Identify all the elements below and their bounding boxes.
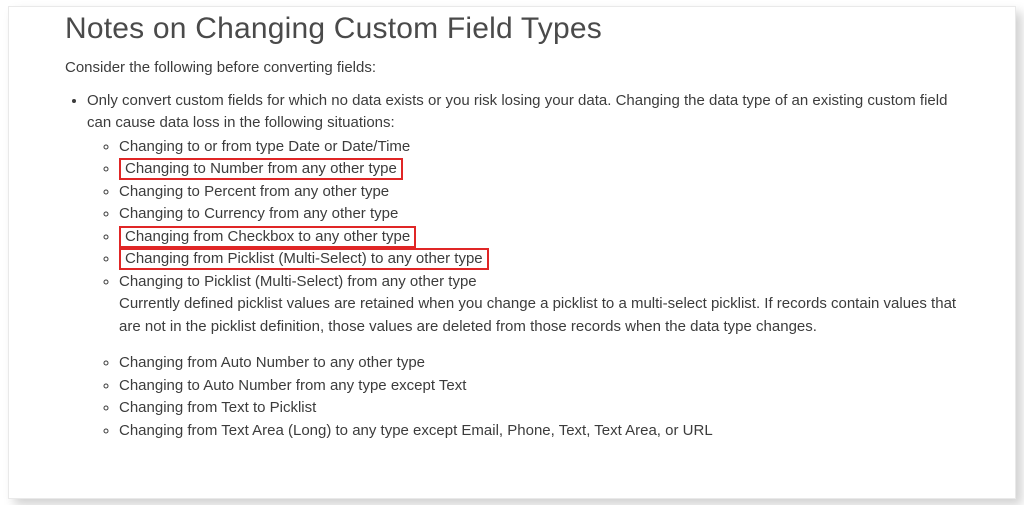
list-item: Changing from Text to Picklist xyxy=(119,397,959,420)
list-item: Changing to or from type Date or Date/Ti… xyxy=(119,136,959,159)
highlight-box: Changing to Number from any other type xyxy=(119,158,403,180)
page-title: Notes on Changing Custom Field Types xyxy=(65,11,959,47)
intro-text: Consider the following before converting… xyxy=(65,59,959,76)
highlight-box: Changing from Picklist (Multi-Select) to… xyxy=(119,248,489,270)
lead-text: Only convert custom fields for which no … xyxy=(87,92,947,131)
list-item: Changing from Auto Number to any other t… xyxy=(119,352,959,375)
top-list: Only convert custom fields for which no … xyxy=(65,90,959,442)
list-item: Changing to Percent from any other type xyxy=(119,181,959,204)
list-item: Changing from Checkbox to any other type xyxy=(119,226,959,249)
document-card: { "title": "Notes on Changing Custom Fie… xyxy=(8,6,1016,499)
situation-list-1: Changing to or from type Date or Date/Ti… xyxy=(87,136,959,339)
list-item-note: Currently defined picklist values are re… xyxy=(119,293,959,338)
list-item: Changing to Picklist (Multi-Select) from… xyxy=(119,271,959,339)
list-item: Changing to Currency from any other type xyxy=(119,203,959,226)
situation-list-2: Changing from Auto Number to any other t… xyxy=(87,352,959,442)
list-item: Changing from Picklist (Multi-Select) to… xyxy=(119,248,959,271)
list-item: Changing from Text Area (Long) to any ty… xyxy=(119,420,959,443)
highlight-box: Changing from Checkbox to any other type xyxy=(119,226,416,248)
lead-item: Only convert custom fields for which no … xyxy=(87,90,959,442)
list-item: Changing to Number from any other type xyxy=(119,158,959,181)
list-item: Changing to Auto Number from any type ex… xyxy=(119,375,959,398)
